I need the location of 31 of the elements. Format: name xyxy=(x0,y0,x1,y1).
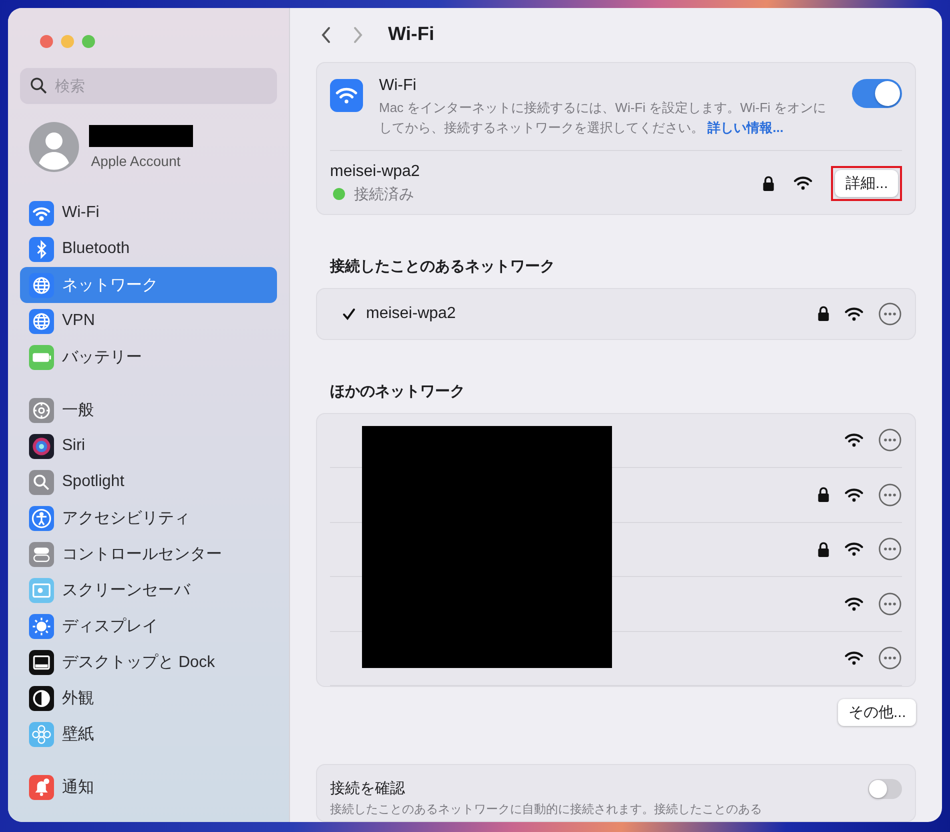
sidebar-item[interactable]: Spotlight xyxy=(20,464,277,500)
status-label: 接続済み xyxy=(354,184,414,204)
setting-description: 接続したことのあるネットワークに自動的に接続されます。接続したことのある xyxy=(330,801,763,817)
other-button[interactable]: その他... xyxy=(838,699,916,726)
sidebar-item[interactable]: 通知 xyxy=(20,769,277,805)
sidebar-item[interactable]: スクリーンセーバ xyxy=(20,572,277,608)
sidebar-item[interactable]: Bluetooth xyxy=(20,231,277,267)
sidebar-item[interactable]: Wi-Fi xyxy=(20,195,277,231)
window-title: Wi-Fi xyxy=(388,24,434,46)
sidebar-item[interactable]: デスクトップと Dock xyxy=(20,644,277,680)
sidebar-item[interactable]: ディスプレイ xyxy=(20,608,277,644)
sidebar-item[interactable]: 壁紙 xyxy=(20,716,277,752)
sidebar-item[interactable]: アクセシビリティ xyxy=(20,500,277,536)
network-name: meisei-wpa2 xyxy=(366,304,456,322)
learn-more-link[interactable]: 詳しい情報... xyxy=(708,120,784,134)
wifi-description: Mac をインターネットに接続するには、Wi-Fi を設定します。Wi-Fi をオンにしてから、接続するネットワークを選択してください。 詳しい情報... xyxy=(379,98,828,136)
account-label: Apple Account xyxy=(90,153,182,169)
sidebar-item[interactable]: 外観 xyxy=(20,680,277,716)
sidebar-item[interactable]: ネットワーク xyxy=(20,267,277,303)
section-heading: ほかのネットワーク xyxy=(330,382,466,400)
sidebar-item[interactable]: 一般 xyxy=(20,392,277,428)
wifi-label: Wi-Fi xyxy=(379,76,418,94)
setting-label: 接続を確認 xyxy=(330,778,405,798)
sidebar-item[interactable]: コントロールセンター xyxy=(20,536,277,572)
section-heading: 接続したことのあるネットワーク xyxy=(330,256,556,276)
details-button[interactable]: 詳細... xyxy=(835,170,898,196)
sidebar-item[interactable]: VPN xyxy=(20,303,277,339)
search-field[interactable]: 検索 xyxy=(20,68,277,104)
network-name: meisei-wpa2 xyxy=(330,162,421,180)
sidebar-item[interactable]: Siri xyxy=(20,428,277,464)
sidebar-item[interactable]: バッテリー xyxy=(20,339,277,375)
